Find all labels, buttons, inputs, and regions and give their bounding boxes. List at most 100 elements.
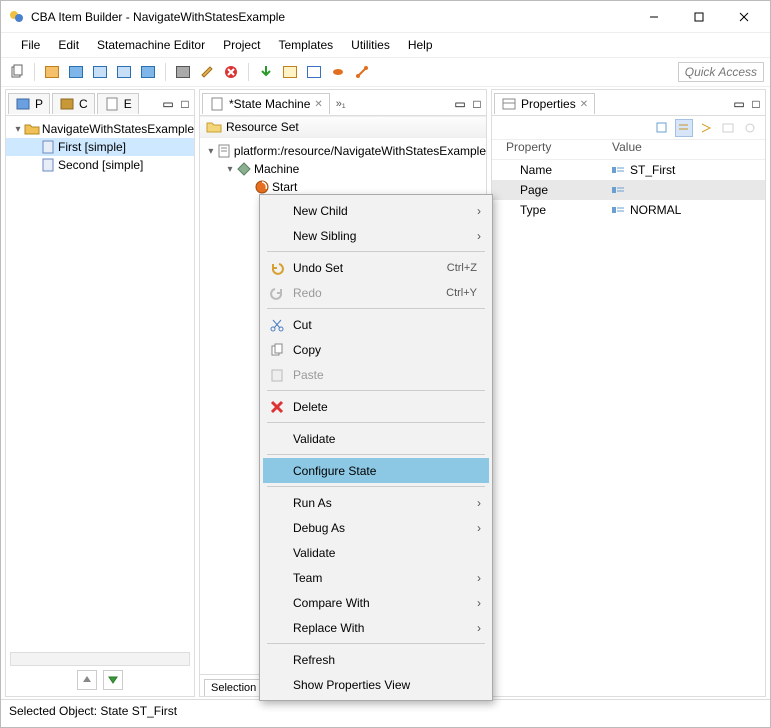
right-max-icon[interactable]: □ — [749, 97, 763, 111]
props-btn-5[interactable] — [741, 119, 759, 137]
tool-check-icon[interactable] — [114, 62, 134, 82]
tool-open-icon[interactable] — [42, 62, 62, 82]
project-pane: P C E ▭□ ▾ NavigateWithStatesExample Fir… — [5, 89, 195, 697]
mid-max-icon[interactable]: □ — [470, 97, 484, 111]
tab-properties[interactable]: Properties ✕ — [494, 93, 595, 114]
tool-page-icon[interactable] — [138, 62, 158, 82]
btab-selection[interactable]: Selection — [204, 679, 263, 696]
ctx-run-as[interactable]: Run As — [263, 490, 489, 515]
ctx-redo: RedoCtrl+Y — [263, 280, 489, 305]
menu-project[interactable]: Project — [215, 35, 268, 55]
menu-templates[interactable]: Templates — [270, 35, 341, 55]
ctx-validate2[interactable]: Validate — [263, 540, 489, 565]
paste-icon — [269, 367, 285, 383]
ctx-configure-state[interactable]: Configure State — [263, 458, 489, 483]
menu-edit[interactable]: Edit — [50, 35, 87, 55]
tab-c[interactable]: C — [52, 93, 95, 114]
page-icon — [40, 157, 56, 173]
tool-copy-icon[interactable] — [7, 62, 27, 82]
left-max-icon[interactable]: □ — [178, 97, 192, 111]
quick-access[interactable]: Quick Access — [678, 62, 764, 82]
tab-e[interactable]: E — [97, 93, 139, 114]
ctx-paste: Paste — [263, 362, 489, 387]
tool-pencil-icon[interactable] — [197, 62, 217, 82]
ctx-team[interactable]: Team — [263, 565, 489, 590]
up-button[interactable] — [77, 670, 97, 690]
titlebar: CBA Item Builder - NavigateWithStatesExa… — [1, 1, 770, 33]
delete-icon — [269, 399, 285, 415]
close-tab-icon[interactable]: ✕ — [580, 99, 588, 110]
copy-icon — [269, 342, 285, 358]
tool-edit-icon[interactable] — [90, 62, 110, 82]
ctx-debug-as[interactable]: Debug As — [263, 515, 489, 540]
ctx-show-properties[interactable]: Show Properties View — [263, 672, 489, 697]
tree-root[interactable]: ▾ NavigateWithStatesExample — [6, 120, 194, 138]
mid-min-icon[interactable]: ▭ — [453, 97, 467, 111]
tool-image-icon[interactable] — [173, 62, 193, 82]
context-menu[interactable]: New Child New Sibling Undo SetCtrl+Z Red… — [259, 194, 493, 701]
menu-file[interactable]: File — [13, 35, 48, 55]
props-btn-1[interactable] — [653, 119, 671, 137]
status-text: Selected Object: State ST_First — [9, 704, 177, 718]
ctx-undo[interactable]: Undo SetCtrl+Z — [263, 255, 489, 280]
left-tabs: P C E ▭□ — [6, 90, 194, 116]
props-toolbar — [492, 116, 765, 140]
close-tab-icon[interactable]: ✕ — [314, 99, 322, 110]
window-title: CBA Item Builder - NavigateWithStatesExa… — [31, 10, 631, 24]
ctx-new-child[interactable]: New Child — [263, 198, 489, 223]
tab-p[interactable]: P — [8, 93, 50, 114]
tab-statemachine[interactable]: *State Machine ✕ — [202, 93, 330, 114]
project-tree[interactable]: ▾ NavigateWithStatesExample First [simpl… — [6, 116, 194, 696]
prop-page[interactable]: Page — [492, 180, 765, 200]
ctx-cut[interactable]: Cut — [263, 312, 489, 337]
tool-link-icon[interactable] — [352, 62, 372, 82]
props-tabs: Properties ✕ ▭□ — [492, 90, 765, 116]
tool-split-icon[interactable] — [304, 62, 324, 82]
tool-note-icon[interactable] — [280, 62, 300, 82]
left-min-icon[interactable]: ▭ — [161, 97, 175, 111]
props-btn-4[interactable] — [719, 119, 737, 137]
resource-header: Resource Set — [200, 116, 486, 138]
props-btn-3[interactable] — [697, 119, 715, 137]
close-button[interactable] — [721, 3, 766, 31]
toolbar: Quick Access — [1, 57, 770, 87]
tree-machine[interactable]: ▾ Machine — [200, 160, 486, 178]
menu-statemachine[interactable]: Statemachine Editor — [89, 35, 213, 55]
ctx-refresh[interactable]: Refresh — [263, 647, 489, 672]
folder-icon — [24, 121, 40, 137]
tool-down-icon[interactable] — [256, 62, 276, 82]
tool-orange-icon[interactable] — [328, 62, 348, 82]
properties-pane: Properties ✕ ▭□ Property Value Name ST_F… — [491, 89, 766, 697]
ctx-compare[interactable]: Compare With — [263, 590, 489, 615]
ctx-copy[interactable]: Copy — [263, 337, 489, 362]
tool-blue-icon[interactable] — [66, 62, 86, 82]
tree-platform[interactable]: ▾ platform:/resource/NavigateWithStatesE… — [200, 142, 486, 160]
app-icon — [9, 9, 25, 25]
scissors-icon — [269, 317, 285, 333]
prop-name[interactable]: Name ST_First — [492, 160, 765, 180]
ctx-replace[interactable]: Replace With — [263, 615, 489, 640]
ctx-new-sibling[interactable]: New Sibling — [263, 223, 489, 248]
prop-type[interactable]: Type NORMAL — [492, 200, 765, 220]
tool-stop-icon[interactable] — [221, 62, 241, 82]
ctx-validate[interactable]: Validate — [263, 426, 489, 451]
right-min-icon[interactable]: ▭ — [732, 97, 746, 111]
page-icon — [40, 139, 56, 155]
maximize-button[interactable] — [676, 3, 721, 31]
scrollbar[interactable] — [10, 652, 190, 666]
ctx-delete[interactable]: Delete — [263, 394, 489, 419]
down-button[interactable] — [103, 670, 123, 690]
props-btn-2[interactable] — [675, 119, 693, 137]
redo-icon — [269, 285, 285, 301]
more-tabs-icon[interactable]: »₁ — [332, 98, 350, 110]
tree-item-second[interactable]: Second [simple] — [6, 156, 194, 174]
page-arrows — [6, 668, 194, 692]
tree-item-first[interactable]: First [simple] — [6, 138, 194, 156]
diamond-icon — [236, 161, 252, 177]
status-bar: Selected Object: State ST_First — [1, 699, 770, 721]
menu-help[interactable]: Help — [400, 35, 441, 55]
props-header: Property Value — [492, 140, 765, 160]
minimize-button[interactable] — [631, 3, 676, 31]
menu-utilities[interactable]: Utilities — [343, 35, 398, 55]
app-window: CBA Item Builder - NavigateWithStatesExa… — [0, 0, 771, 728]
